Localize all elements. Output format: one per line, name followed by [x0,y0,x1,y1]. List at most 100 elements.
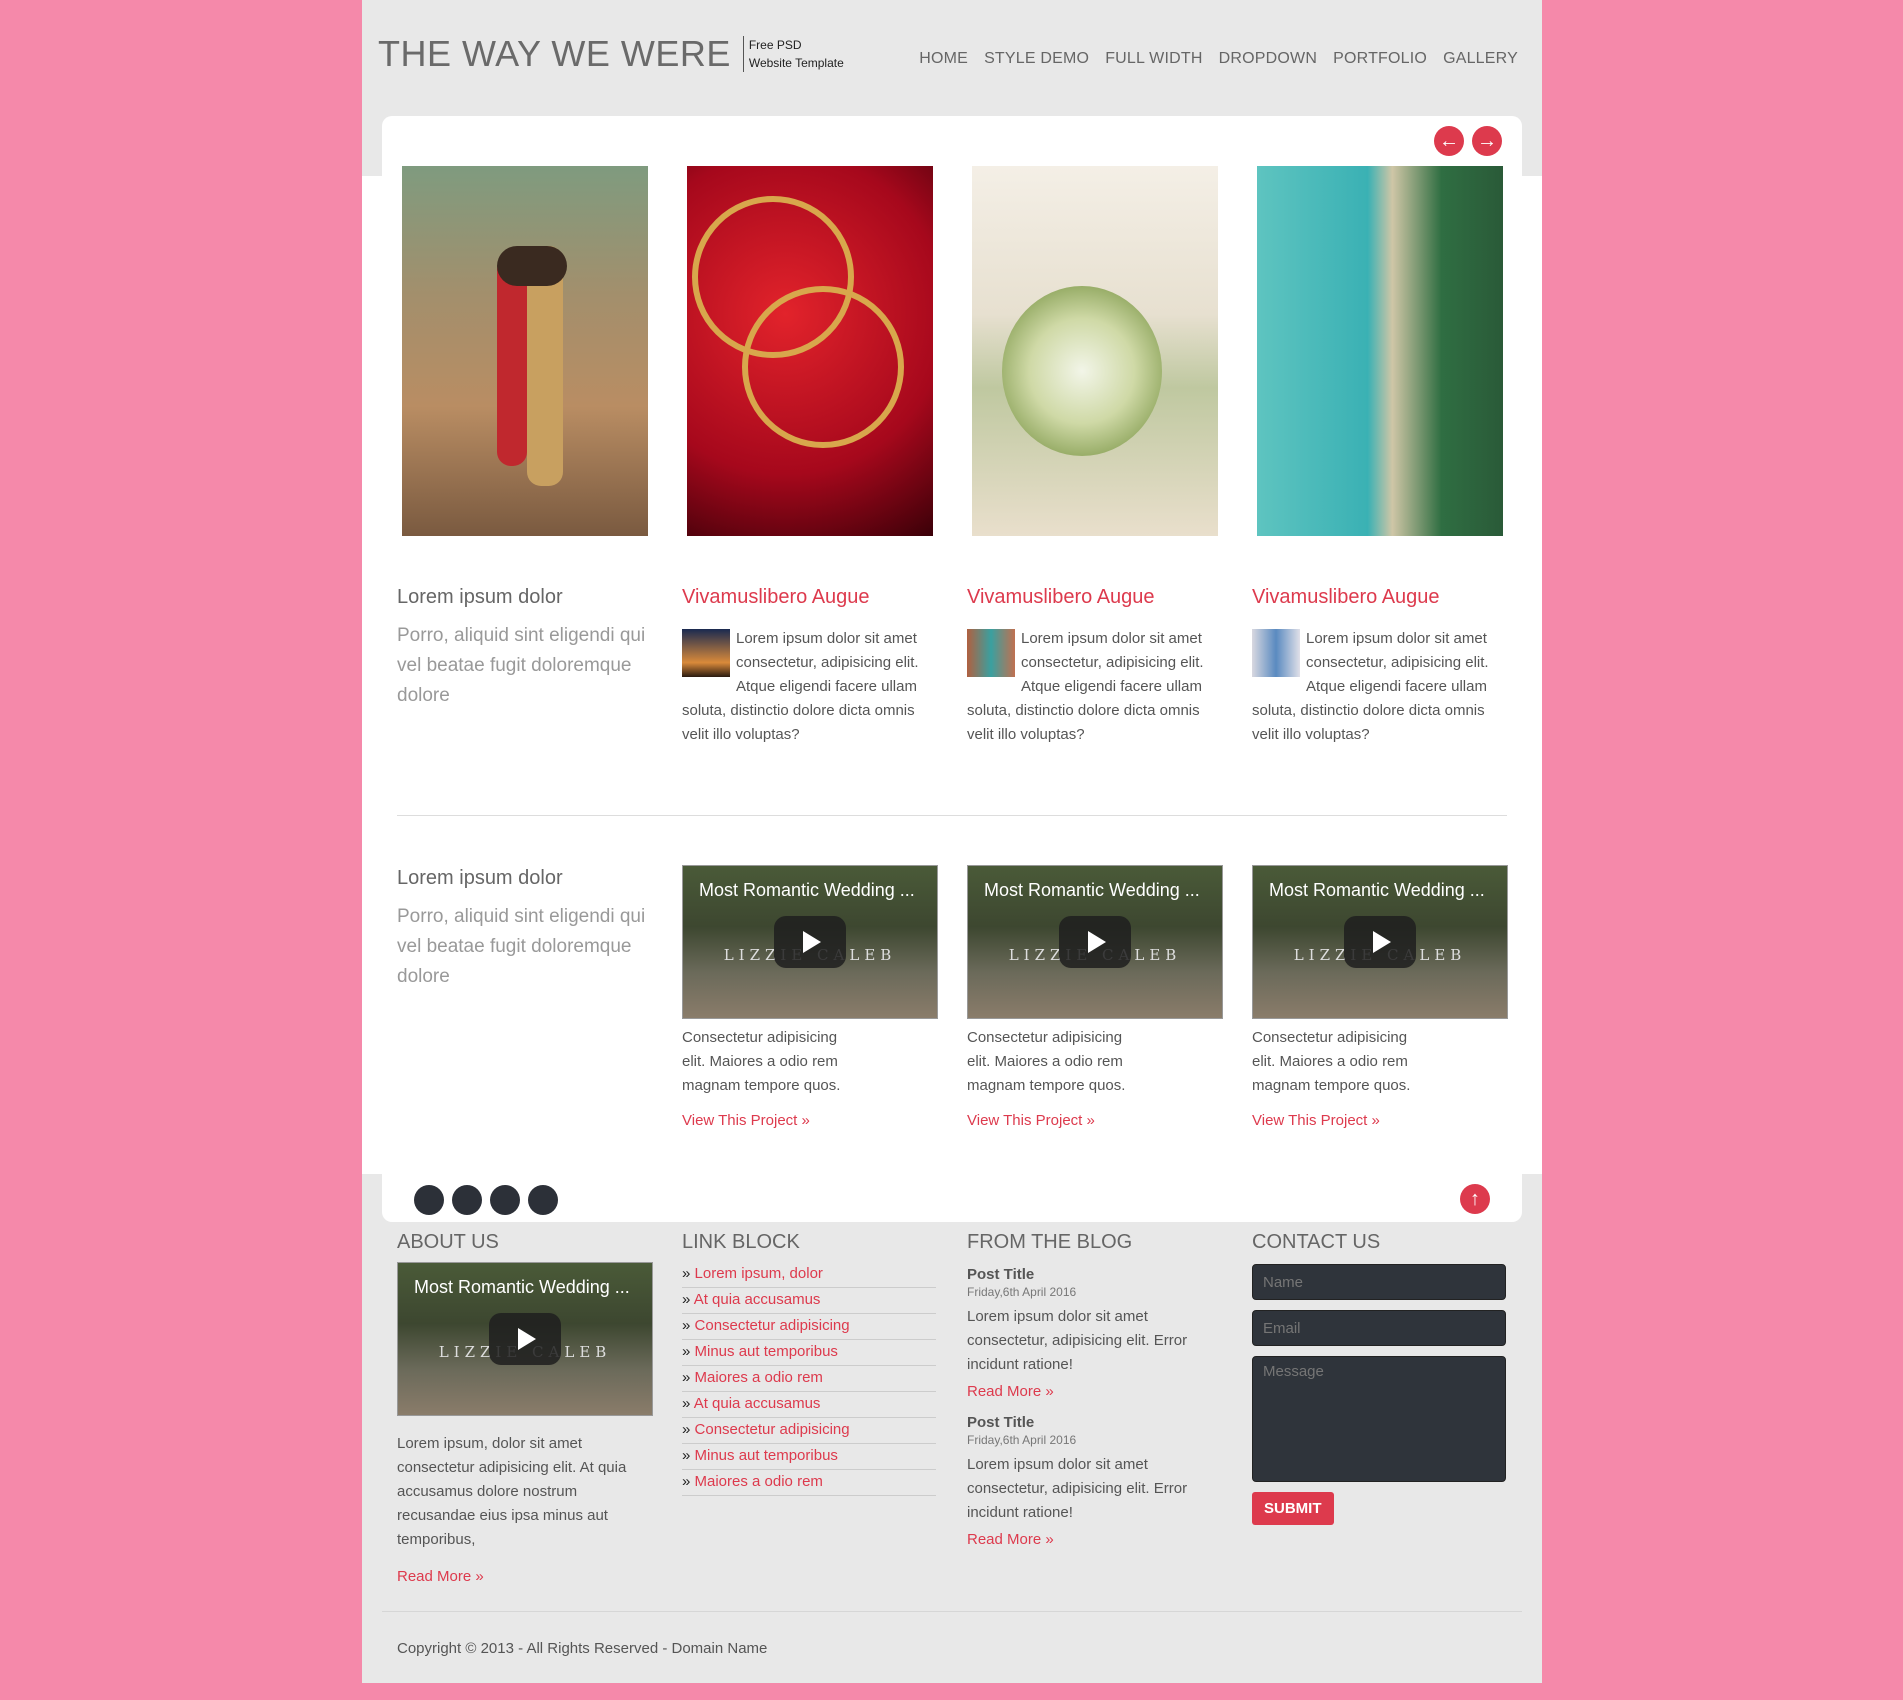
footer-link[interactable]: At quia accusamus [694,1291,821,1308]
nav-home[interactable]: HOME [919,50,968,68]
project-item: Consectetur adipisicing elit. Maiores a … [967,1026,1147,1129]
link-list-item: » Maiores a odio rem [682,1470,936,1496]
social-circle-icon[interactable] [452,1185,482,1215]
footer-about-text: Lorem ipsum, dolor sit amet consectetur … [397,1435,627,1548]
play-icon[interactable] [1344,916,1416,968]
post-date: Friday,6th April 2016 [967,1433,1077,1447]
logo-subtitle: Free PSD Website Template [742,36,844,72]
project-caption: Consectetur adipisicing elit. Maiores a … [967,1029,1126,1094]
feature-item: Vivamuslibero Augue Lorem ipsum dolor si… [967,586,1219,747]
blog-post: Post Title Friday,6th April 2016 Lorem i… [967,1266,1221,1400]
features-intro-text: Porro, aliquid sint eligendi qui vel bea… [397,625,646,706]
feature-text: Lorem ipsum dolor sit amet consectetur, … [967,627,1219,747]
link-list-item: » Consectetur adipisicing [682,1418,936,1444]
post-date: Friday,6th April 2016 [967,1285,1077,1299]
link-list-item: » Maiores a odio rem [682,1366,936,1392]
feature-item: Vivamuslibero Augue Lorem ipsum dolor si… [682,586,934,747]
video-title: Most Romantic Wedding ... [984,880,1200,900]
post-title[interactable]: Post Title [967,1414,1221,1431]
copyright-text: Copyright © 2013 - All Rights Reserved -… [397,1640,768,1657]
site-logo[interactable]: THE WAY WE WERE Free PSD Website Templat… [378,34,844,74]
footer-links-title: LINK BLOCK [682,1231,800,1253]
features-intro: Lorem ipsum dolor Porro, aliquid sint el… [397,586,649,711]
footer-link[interactable]: Consectetur adipisicing [695,1421,850,1438]
nav-portfolio[interactable]: PORTFOLIO [1333,50,1427,68]
play-icon[interactable] [774,916,846,968]
play-icon[interactable] [489,1313,561,1365]
footer-blog: FROM THE BLOG Post Title Friday,6th Apri… [967,1231,1221,1548]
post-text: Lorem ipsum dolor sit amet consectetur, … [967,1456,1188,1521]
footer-link[interactable]: Maiores a odio rem [695,1369,823,1386]
play-icon[interactable] [1059,916,1131,968]
footer-link[interactable]: Consectetur adipisicing [695,1317,850,1334]
project-caption: Consectetur adipisicing elit. Maiores a … [682,1029,841,1094]
footer-contact-title: CONTACT US [1252,1231,1381,1253]
view-project-link[interactable]: View This Project » [967,1112,1147,1129]
feature-title[interactable]: Vivamuslibero Augue [967,586,1219,609]
footer-contact: CONTACT US SUBMIT [1252,1231,1506,1525]
name-input[interactable] [1252,1264,1506,1300]
feature-thumbnail [967,629,1015,677]
feature-title[interactable]: Vivamuslibero Augue [1252,586,1504,609]
social-circle-icon[interactable] [528,1185,558,1215]
footer-divider [382,1611,1522,1612]
footer-link[interactable]: Maiores a odio rem [695,1473,823,1490]
footer-link[interactable]: Minus aut temporibus [695,1343,838,1360]
link-list-item: » At quia accusamus [682,1392,936,1418]
section-divider [397,815,1507,816]
submit-button[interactable]: SUBMIT [1252,1492,1334,1525]
logo-sub-line-1: Free PSD [748,38,802,52]
link-list-item: » Consectetur adipisicing [682,1314,936,1340]
page-container: THE WAY WE WERE Free PSD Website Templat… [362,0,1542,1683]
blog-post: Post Title Friday,6th April 2016 Lorem i… [967,1414,1221,1548]
post-title[interactable]: Post Title [967,1266,1221,1283]
nav-full-width[interactable]: FULL WIDTH [1105,50,1202,68]
footer-link[interactable]: At quia accusamus [694,1395,821,1412]
photo-bouquet [972,166,1218,536]
social-circle-icon[interactable] [490,1185,520,1215]
social-circle-icon[interactable] [414,1185,444,1215]
features-intro-title: Lorem ipsum dolor [397,586,563,608]
video-player[interactable]: Most Romantic Wedding ... LIZZIE CALEB [682,865,938,1019]
footer-video-player[interactable]: Most Romantic Wedding ... LIZZIE CALEB [397,1262,653,1416]
post-text: Lorem ipsum dolor sit amet consectetur, … [967,1308,1188,1373]
social-dots [414,1185,558,1215]
feature-text: Lorem ipsum dolor sit amet consectetur, … [682,627,934,747]
email-input[interactable] [1252,1310,1506,1346]
post-read-more-link[interactable]: Read More » [967,1531,1221,1548]
message-textarea[interactable] [1252,1356,1506,1482]
project-item: Consectetur adipisicing elit. Maiores a … [1252,1026,1432,1129]
arrow-up-icon[interactable]: ↑ [1460,1184,1490,1214]
footer-about-title: ABOUT US [397,1231,499,1253]
footer-blog-title: FROM THE BLOG [967,1231,1133,1253]
footer-about: ABOUT US Most Romantic Wedding ... LIZZI… [397,1231,653,1585]
arrow-right-icon[interactable]: → [1472,126,1502,156]
video-player[interactable]: Most Romantic Wedding ... LIZZIE CALEB [967,865,1223,1019]
footer-link[interactable]: Lorem ipsum, dolor [695,1265,823,1282]
project-item: Consectetur adipisicing elit. Maiores a … [682,1026,862,1129]
link-list-item: » Lorem ipsum, dolor [682,1262,936,1288]
nav-gallery[interactable]: GALLERY [1443,50,1518,68]
logo-sub-line-2: Website Template [748,56,844,70]
feature-thumbnail [1252,629,1300,677]
post-read-more-link[interactable]: Read More » [967,1383,1221,1400]
slider-arrows: ← → [1434,126,1502,156]
feature-title[interactable]: Vivamuslibero Augue [682,586,934,609]
projects-intro: Lorem ipsum dolor Porro, aliquid sint el… [397,867,649,992]
logo-title: THE WAY WE WERE [378,33,731,74]
nav-dropdown[interactable]: DROPDOWN [1219,50,1317,68]
video-title: Most Romantic Wedding ... [1269,880,1485,900]
projects-intro-text: Porro, aliquid sint eligendi qui vel bea… [397,906,646,987]
footer-links: LINK BLOCK » Lorem ipsum, dolor » At qui… [682,1231,936,1496]
footer-link[interactable]: Minus aut temporibus [695,1447,838,1464]
video-title: Most Romantic Wedding ... [699,880,915,900]
project-caption: Consectetur adipisicing elit. Maiores a … [1252,1029,1411,1094]
about-read-more-link[interactable]: Read More » [397,1568,651,1585]
view-project-link[interactable]: View This Project » [682,1112,862,1129]
view-project-link[interactable]: View This Project » [1252,1112,1432,1129]
video-player[interactable]: Most Romantic Wedding ... LIZZIE CALEB [1252,865,1508,1019]
arrow-left-icon[interactable]: ← [1434,126,1464,156]
nav-style-demo[interactable]: STYLE DEMO [984,50,1089,68]
projects-intro-title: Lorem ipsum dolor [397,867,563,889]
feature-item: Vivamuslibero Augue Lorem ipsum dolor si… [1252,586,1504,747]
